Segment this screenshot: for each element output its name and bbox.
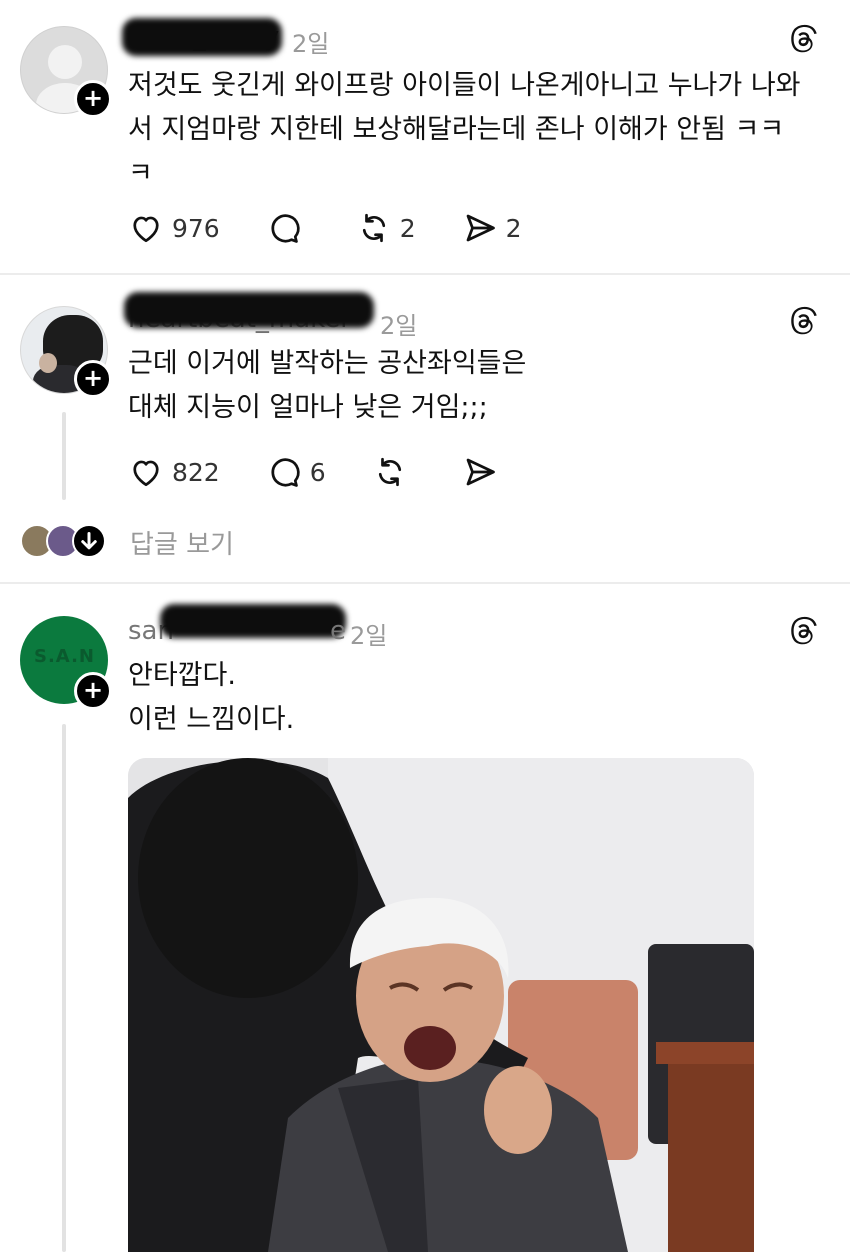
username-redaction <box>160 604 346 638</box>
share-button[interactable] <box>462 454 506 490</box>
share-icon <box>466 458 495 486</box>
post-2-actions: 822 6 <box>128 452 552 492</box>
divider <box>0 273 850 275</box>
text-line: 근데 이거에 발작하는 공산좌익들은 <box>128 348 527 379</box>
share-count: 2 <box>505 213 522 243</box>
like-button[interactable]: 976 <box>128 210 220 246</box>
repost-icon <box>378 457 401 487</box>
username-redaction <box>122 18 282 56</box>
text-line: 대체 지능이 얼마나 낮은 거임;;; <box>128 392 488 423</box>
repost-button[interactable] <box>372 454 416 490</box>
post-3-username-tail: e <box>330 616 346 646</box>
like-button[interactable]: 822 <box>128 454 220 490</box>
post-3-time: 2일 <box>350 622 388 650</box>
post-2-text: 근데 이거에 발작하는 공산좌익들은 대체 지능이 얼마나 낮은 거임;;; <box>128 342 828 430</box>
repost-count: 2 <box>399 213 416 243</box>
comment-icon <box>271 214 300 243</box>
text-line: 서 지엄마랑 지한테 보상해달라는데 존나 이해가 안됨 ㅋㅋ <box>128 114 785 145</box>
post-1-actions: 976 2 2 <box>128 208 568 248</box>
repost-icon <box>362 213 385 243</box>
post-1-text: 저것도 웃긴게 와이프랑 아이들이 나온게아니고 누나가 나와 서 지엄마랑 지… <box>128 64 828 196</box>
post-3-text: 안타깝다. 이런 느낌이다. <box>128 654 828 742</box>
view-replies-label[interactable]: 답글 보기 <box>130 524 234 561</box>
text-line: ㅋ <box>128 158 153 189</box>
text-line: 안타깝다. <box>128 660 236 691</box>
follow-plus-icon[interactable]: + <box>74 672 112 710</box>
heart-icon <box>133 216 159 243</box>
comment-icon <box>271 458 300 487</box>
follow-plus-icon[interactable]: + <box>74 360 112 398</box>
share-button[interactable]: 2 <box>462 210 522 246</box>
thread-line <box>62 724 66 1252</box>
thread-line <box>62 412 66 500</box>
like-count: 822 <box>172 457 220 487</box>
share-icon <box>466 214 495 242</box>
post-1: + nana_fanny 2일 저것도 웃긴게 와이프랑 아이들이 나온게아니고… <box>0 0 850 272</box>
threads-logo-icon[interactable] <box>786 22 820 56</box>
text-line: 저것도 웃긴게 와이프랑 아이들이 나온게아니고 누나가 나와 <box>128 70 801 101</box>
post-3-attached-photo[interactable] <box>128 758 754 1252</box>
comment-button[interactable] <box>266 210 310 246</box>
text-line: 이런 느낌이다. <box>128 704 295 735</box>
username-redaction <box>124 292 374 328</box>
comment-count: 6 <box>309 457 326 487</box>
heart-icon <box>133 460 159 487</box>
like-count: 976 <box>172 213 220 243</box>
post-2: + heartbeat_maker 2일 근데 이거에 발작하는 공산좌익들은 … <box>0 276 850 582</box>
photo-illustration <box>128 758 754 1252</box>
divider <box>0 582 850 584</box>
threads-logo-icon[interactable] <box>786 614 820 648</box>
repost-button[interactable]: 2 <box>356 210 416 246</box>
follow-plus-icon[interactable]: + <box>74 80 112 118</box>
post-2-time: 2일 <box>380 312 418 340</box>
arrow-down-icon <box>72 524 106 558</box>
comment-button[interactable]: 6 <box>266 454 326 490</box>
post-1-time: 2일 <box>292 30 330 58</box>
threads-logo-icon[interactable] <box>786 304 820 338</box>
